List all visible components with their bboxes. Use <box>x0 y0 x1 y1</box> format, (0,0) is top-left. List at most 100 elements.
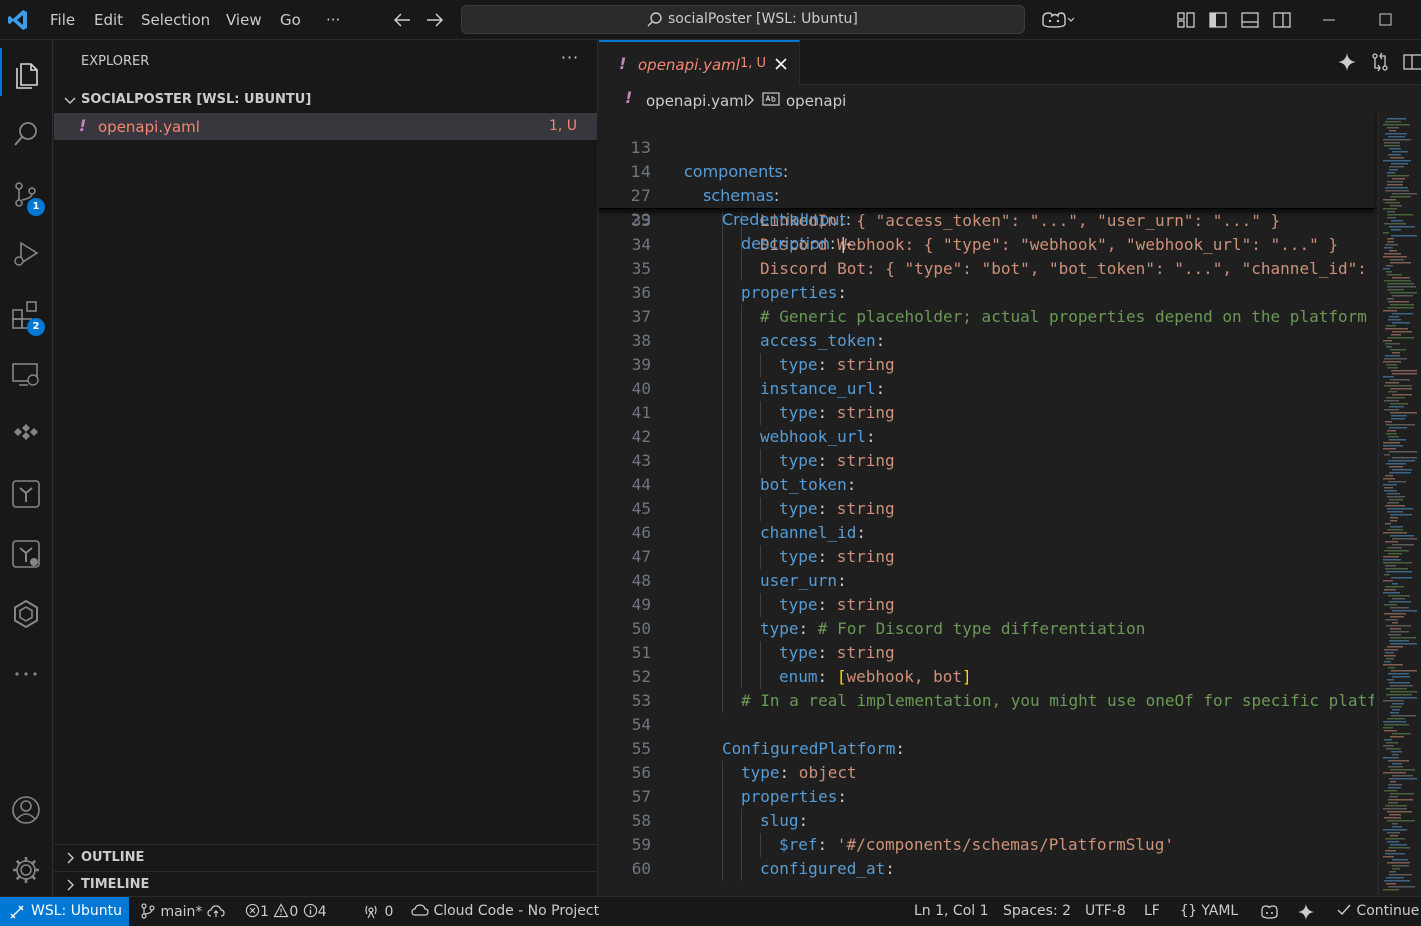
accounts-activity[interactable] <box>0 784 53 832</box>
code-line[interactable]: 53 # In a real implementation, you might … <box>599 689 1374 713</box>
line-number: 47 <box>631 547 651 566</box>
code-line[interactable]: 57 properties: <box>599 785 1374 809</box>
code-line[interactable]: 52 enum: [webhook, bot] <box>599 665 1374 689</box>
minimap-line <box>1383 592 1400 594</box>
file-item-openapi[interactable]: ! openapi.yaml 1, U <box>54 113 597 140</box>
timeline-section[interactable]: TIMELINE <box>54 871 598 897</box>
sticky-line[interactable]: 14 schemas: <box>599 136 1374 205</box>
toggle-primary-sidebar-icon[interactable] <box>1208 10 1228 30</box>
outline-section[interactable]: OUTLINE <box>54 844 598 870</box>
code-line[interactable]: 54 <box>599 713 1374 737</box>
menu-view[interactable]: View <box>226 0 262 40</box>
code-line[interactable]: 35 Discord Bot: { "type": "bot", "bot_tok… <box>599 257 1374 281</box>
tab-label: openapi.yaml <box>638 56 740 74</box>
branch-indicator[interactable]: main* <box>140 903 225 920</box>
toggle-panel-icon[interactable] <box>1240 10 1260 30</box>
code-line[interactable]: 51 type: string <box>599 641 1374 665</box>
code-line[interactable]: 59 $ref: '#/components/schemas/PlatformSl… <box>599 833 1374 857</box>
code-line[interactable]: 37 # Generic placeholder; actual properti… <box>599 305 1374 329</box>
minimap-line <box>1387 496 1405 498</box>
terraform-activity[interactable] <box>0 468 53 516</box>
end-of-line[interactable]: LF <box>1144 903 1160 919</box>
sticky-scroll[interactable]: 13 components: 14 schemas: 27 Credential… <box>599 112 1374 253</box>
sticky-line[interactable]: 29 description: |- <box>599 184 1374 253</box>
problems-indicator[interactable]: 1 0 4 <box>245 903 327 920</box>
remote-indicator[interactable]: WSL: Ubuntu <box>0 897 129 926</box>
code-editor[interactable]: 31Examples:32Mastodon: { "instance_url":… <box>599 112 1374 896</box>
search-activity[interactable] <box>0 108 53 156</box>
code-line[interactable]: 39 type: string <box>599 353 1374 377</box>
maximize-icon[interactable] <box>1362 0 1408 40</box>
split-editor-icon[interactable] <box>1402 52 1421 72</box>
sparkle-icon[interactable] <box>1337 52 1357 72</box>
minimap[interactable] <box>1378 112 1421 896</box>
code-line[interactable]: 36 properties: <box>599 281 1374 305</box>
open-changes-icon[interactable] <box>1370 52 1390 72</box>
copilot-icon[interactable] <box>1040 10 1076 30</box>
menu-file[interactable]: File <box>50 0 75 40</box>
menu-more[interactable]: ··· <box>326 0 340 40</box>
code-line[interactable]: 50 type: # For Discord type differentiati… <box>599 617 1374 641</box>
kubernetes-activity[interactable] <box>0 408 53 456</box>
command-center[interactable]: socialPoster [WSL: Ubuntu] <box>461 5 1025 34</box>
close-icon[interactable] <box>773 56 789 72</box>
code-line[interactable]: 43 type: string <box>599 449 1374 473</box>
minimap-line <box>1390 691 1417 693</box>
sparkle-status-icon[interactable] <box>1297 903 1315 921</box>
minimize-icon[interactable] <box>1306 0 1352 40</box>
code-line[interactable]: 60 configured_at: <box>599 857 1374 881</box>
sidebar-more-button[interactable]: ··· <box>558 48 582 72</box>
code-line[interactable]: 47 type: string <box>599 545 1374 569</box>
copilot-status-icon[interactable] <box>1260 904 1280 920</box>
menu-edit[interactable]: Edit <box>94 0 123 40</box>
code-line[interactable]: 40 instance_url: <box>599 377 1374 401</box>
back-arrow-icon[interactable] <box>390 8 414 32</box>
continue-indicator[interactable]: Continue <box>1336 903 1419 919</box>
toggle-secondary-sidebar-icon[interactable] <box>1272 10 1292 30</box>
cursor-position[interactable]: Ln 1, Col 1 <box>914 903 989 919</box>
code-line[interactable]: 56 type: object <box>599 761 1374 785</box>
explorer-activity[interactable] <box>0 48 53 96</box>
breadcrumb-symbol[interactable]: openapi <box>786 92 846 110</box>
ports-indicator[interactable]: 0 <box>362 903 393 920</box>
extensions-activity[interactable]: 2 <box>0 288 53 336</box>
more-activities[interactable] <box>0 648 53 696</box>
code-line[interactable]: 38 access_token: <box>599 329 1374 353</box>
customize-layout-icon[interactable] <box>1176 10 1196 30</box>
cloud-code-indicator[interactable]: Cloud Code - No Project <box>411 903 599 919</box>
azure-activity[interactable] <box>0 528 53 576</box>
code-line[interactable]: 46 channel_id: <box>599 521 1374 545</box>
code-line[interactable]: 44 bot_token: <box>599 473 1374 497</box>
tab-openapi-yaml[interactable]: ! openapi.yaml 1, U <box>599 40 800 85</box>
minimap-line <box>1386 748 1401 750</box>
source-control-activity[interactable]: 1 <box>0 168 53 216</box>
code-line[interactable]: 49 type: string <box>599 593 1374 617</box>
line-number: 46 <box>631 523 651 542</box>
breadcrumb-file[interactable]: openapi.yaml <box>646 92 748 110</box>
minimap-line <box>1390 844 1407 846</box>
code-line[interactable]: 42 webhook_url: <box>599 425 1374 449</box>
code-line[interactable]: 48 user_urn: <box>599 569 1374 593</box>
menu-selection[interactable]: Selection <box>141 0 210 40</box>
sticky-line[interactable]: 13 components: <box>599 112 1374 181</box>
encoding[interactable]: UTF-8 <box>1085 903 1126 919</box>
code-line[interactable]: 45 type: string <box>599 497 1374 521</box>
language-mode[interactable]: {} YAML <box>1180 903 1238 919</box>
minimap-line <box>1388 595 1410 597</box>
code-line[interactable]: 55 ConfiguredPlatform: <box>599 737 1374 761</box>
code-line[interactable]: 58 slug: <box>599 809 1374 833</box>
forward-arrow-icon[interactable] <box>423 8 447 32</box>
minimap-line <box>1387 502 1399 504</box>
code-line[interactable]: 34 Discord Webhook: { "type": "webhook", … <box>599 233 1374 257</box>
manage-activity[interactable] <box>0 844 53 892</box>
code-line[interactable]: 41 type: string <box>599 401 1374 425</box>
code-text: user_urn: <box>760 571 847 590</box>
remote-explorer-activity[interactable] <box>0 348 53 396</box>
menu-go[interactable]: Go <box>280 0 301 40</box>
workspace-folder[interactable]: SOCIALPOSTER [WSL: UBUNTU] <box>54 88 598 112</box>
code-line[interactable]: 33 LinkedIn: { "access_token": "...", "us… <box>599 209 1374 233</box>
run-debug-activity[interactable] <box>0 228 53 276</box>
indentation[interactable]: Spaces: 2 <box>1003 903 1071 919</box>
gitlens-activity[interactable] <box>0 588 53 636</box>
sticky-line[interactable]: 27 CredentialInput: <box>599 160 1374 229</box>
